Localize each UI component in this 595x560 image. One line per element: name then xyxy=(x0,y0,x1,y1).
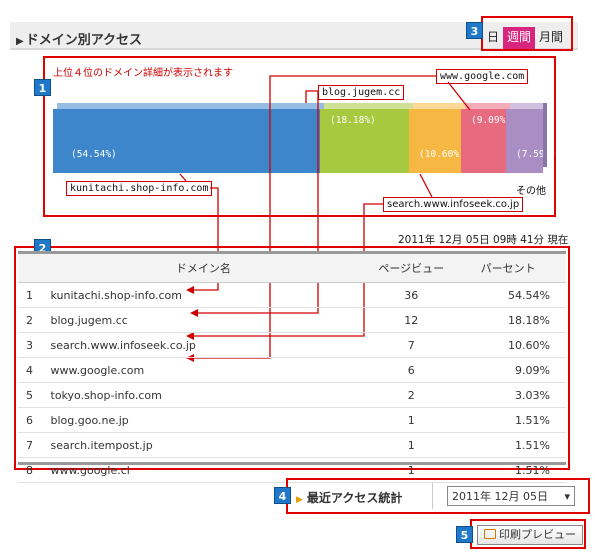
row-percent: 1.51% xyxy=(465,407,566,433)
row-domain: tokyo.shop-info.com xyxy=(50,382,358,408)
recent-label: ▶ 最近アクセス統計 xyxy=(296,489,402,506)
recent-divider xyxy=(432,483,433,509)
row-domain: blog.jugem.cc xyxy=(50,307,358,333)
row-index: 2 xyxy=(18,307,51,333)
table-row: 1 kunitachi.shop-info.com 36 54.54% xyxy=(18,282,566,308)
print-preview-label: 印刷プレビュー xyxy=(499,528,576,541)
row-domain: search.www.infoseek.co.jp xyxy=(50,332,358,358)
row-domain: www.google.com xyxy=(50,357,358,383)
col-index xyxy=(18,254,51,283)
row-domain: search.itempost.jp xyxy=(50,432,358,458)
row-index: 5 xyxy=(18,382,51,408)
date-select[interactable]: 2011年 12月 05日 ▾ xyxy=(447,486,575,506)
printer-icon xyxy=(484,529,496,539)
row-pageviews: 1 xyxy=(357,432,466,458)
badge-5: 5 xyxy=(456,526,473,543)
table-bottom-rule xyxy=(18,462,566,465)
col-pageviews: ページビュー xyxy=(357,254,466,283)
chevron-down-icon: ▾ xyxy=(564,490,570,503)
col-percent: パーセント xyxy=(465,254,566,283)
connector-jugem-chart xyxy=(305,90,318,103)
row-percent: 10.60% xyxy=(465,332,566,358)
table-row: 7 search.itempost.jp 1 1.51% xyxy=(18,432,566,458)
row-percent: 3.03% xyxy=(465,382,566,408)
date-select-value: 2011年 12月 05日 xyxy=(452,490,548,503)
col-domain: ドメイン名 xyxy=(50,254,358,283)
domain-table: ドメイン名 ページビュー パーセント 1 kunitachi.shop-info.… xyxy=(18,254,566,483)
timestamp: 2011年 12月 05日 09時 41分 現在 xyxy=(398,234,569,246)
row-pageviews: 12 xyxy=(357,307,466,333)
row-percent: 18.18% xyxy=(465,307,566,333)
row-pageviews: 1 xyxy=(357,407,466,433)
recent-label-text: 最近アクセス統計 xyxy=(306,491,403,505)
row-index: 4 xyxy=(18,357,51,383)
row-pageviews: 36 xyxy=(357,282,466,308)
row-index: 3 xyxy=(18,332,51,358)
row-pageviews: 6 xyxy=(357,357,466,383)
row-percent: 54.54% xyxy=(465,282,566,308)
table-row: 6 blog.goo.ne.jp 1 1.51% xyxy=(18,407,566,433)
table-header-row: ドメイン名 ページビュー パーセント xyxy=(18,254,566,283)
connector-kunitachi-chart xyxy=(179,173,187,182)
row-pageviews: 2 xyxy=(357,382,466,408)
recent-marker-icon: ▶ xyxy=(296,495,303,505)
table-row: 2 blog.jugem.cc 12 18.18% xyxy=(18,307,566,333)
print-preview-button[interactable]: 印刷プレビュー xyxy=(477,525,583,545)
row-domain: blog.goo.ne.jp xyxy=(50,407,358,433)
table-row: 5 tokyo.shop-info.com 2 3.03% xyxy=(18,382,566,408)
row-index: 6 xyxy=(18,407,51,433)
badge-4: 4 xyxy=(274,487,291,504)
row-percent: 9.09% xyxy=(465,357,566,383)
table-row: 4 www.google.com 6 9.09% xyxy=(18,357,566,383)
row-index: 7 xyxy=(18,432,51,458)
row-pageviews: 7 xyxy=(357,332,466,358)
row-index: 1 xyxy=(18,282,51,308)
table-body: 1 kunitachi.shop-info.com 36 54.54% 2 blog.ju… xyxy=(18,282,566,483)
connector-infoseek-chart xyxy=(419,173,433,198)
table-row: 3 search.www.infoseek.co.jp 7 10.60% xyxy=(18,332,566,358)
row-percent: 1.51% xyxy=(465,432,566,458)
row-domain: kunitachi.shop-info.com xyxy=(50,282,358,308)
connector-google-chart xyxy=(447,81,471,111)
